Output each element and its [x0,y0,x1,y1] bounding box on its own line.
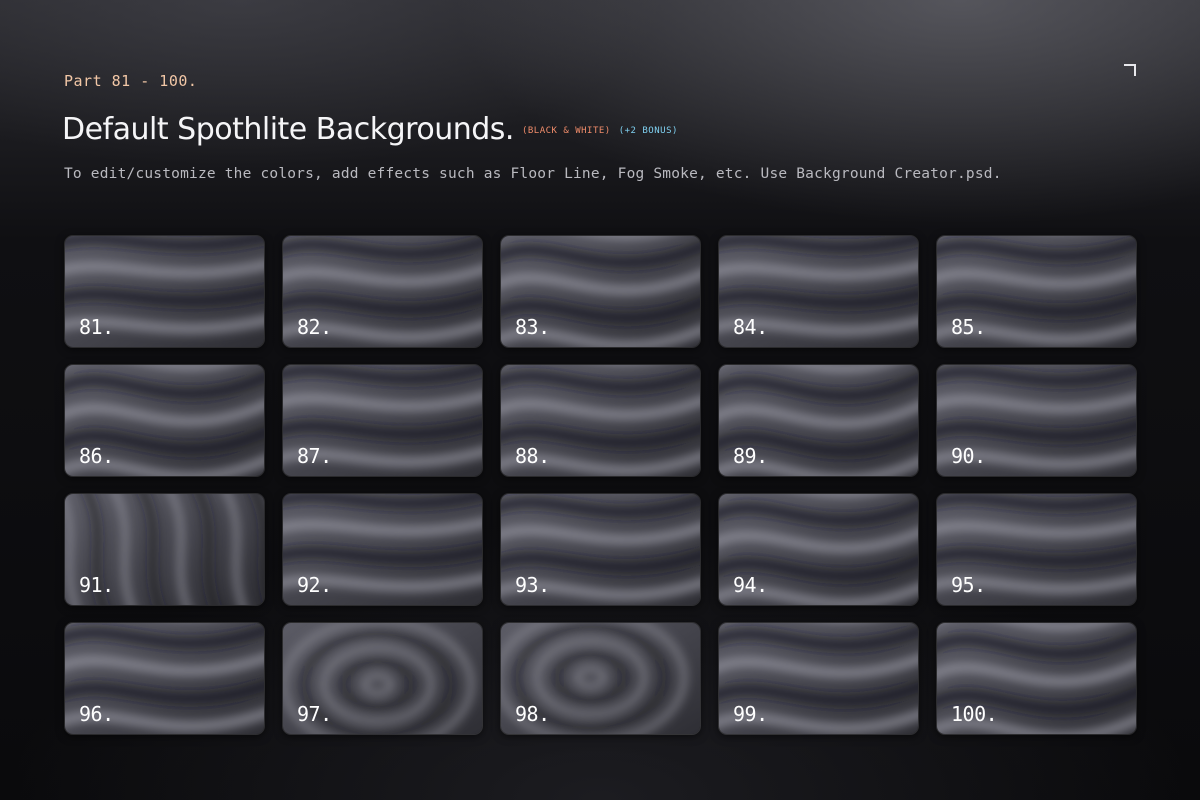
thumbnail-number: 92. [297,573,332,597]
background-thumbnail[interactable]: 99. [718,622,919,735]
background-thumbnail[interactable]: 100. [936,622,1137,735]
bonus-tag: (+2 BONUS) [618,126,678,136]
thumbnail-number: 99. [733,702,768,726]
thumbnail-number: 81. [79,315,114,339]
background-thumbnail[interactable]: 82. [282,235,483,348]
thumbnail-number: 95. [951,573,986,597]
background-thumbnail[interactable]: 92. [282,493,483,606]
thumbnail-number: 91. [79,573,114,597]
thumbnail-number: 83. [515,315,550,339]
background-thumbnail[interactable]: 95. [936,493,1137,606]
background-thumbnail[interactable]: 97. [282,622,483,735]
thumbnail-number: 84. [733,315,768,339]
thumbnail-number: 87. [297,444,332,468]
thumbnail-number: 82. [297,315,332,339]
background-thumbnail[interactable]: 81. [64,235,265,348]
thumbnail-number: 86. [79,444,114,468]
background-thumbnail[interactable]: 89. [718,364,919,477]
thumbnail-number: 97. [297,702,332,726]
black-white-tag: (BLACK & WHITE) [521,126,611,136]
background-thumbnail[interactable]: 94. [718,493,919,606]
background-thumbnail[interactable]: 90. [936,364,1137,477]
thumbnail-number: 100. [951,702,998,726]
thumbnail-number: 93. [515,573,550,597]
page-title: Default Spothlite Backgrounds. [62,112,514,147]
background-thumbnail[interactable]: 93. [500,493,701,606]
background-thumbnail[interactable]: 84. [718,235,919,348]
background-thumbnail[interactable]: 91. [64,493,265,606]
thumbnail-number: 96. [79,702,114,726]
background-thumbnail[interactable]: 88. [500,364,701,477]
page-subtitle: To edit/customize the colors, add effect… [64,166,1002,182]
thumbnail-number: 89. [733,444,768,468]
background-thumbnail[interactable]: 86. [64,364,265,477]
backgrounds-grid: 81. 82. 83. 84. 85. 86. 87. 88. 89. 90. … [64,235,1137,735]
thumbnail-number: 98. [515,702,550,726]
thumbnail-number: 88. [515,444,550,468]
background-thumbnail[interactable]: 83. [500,235,701,348]
corner-bracket-icon [1124,64,1136,76]
background-thumbnail[interactable]: 87. [282,364,483,477]
title-row: Default Spothlite Backgrounds. (BLACK & … [62,112,678,147]
background-thumbnail[interactable]: 96. [64,622,265,735]
thumbnail-number: 90. [951,444,986,468]
part-label: Part 81 - 100. [64,72,198,90]
thumbnail-number: 85. [951,315,986,339]
thumbnail-number: 94. [733,573,768,597]
background-thumbnail[interactable]: 98. [500,622,701,735]
background-thumbnail[interactable]: 85. [936,235,1137,348]
